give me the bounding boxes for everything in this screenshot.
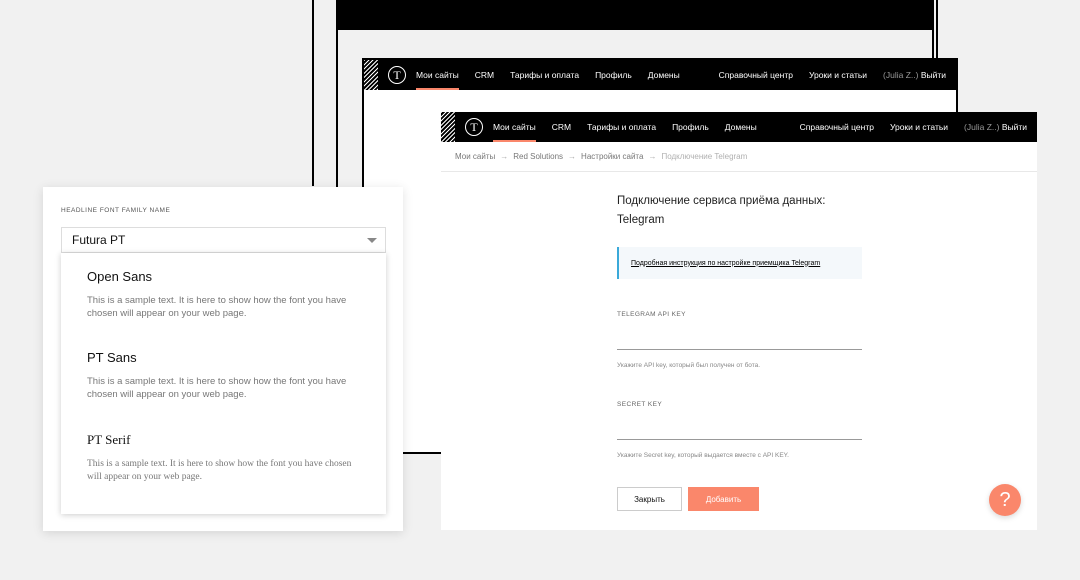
nav-lessons[interactable]: Уроки и статьи bbox=[890, 122, 948, 132]
nav-profile[interactable]: Профиль bbox=[672, 112, 709, 142]
font-dropdown: Open Sans This is a sample text. It is h… bbox=[61, 253, 386, 514]
close-button[interactable]: Закрыть bbox=[617, 487, 682, 511]
telegram-form: Подключение сервиса приёма данных: Teleg… bbox=[617, 192, 862, 459]
secret-key-input[interactable] bbox=[617, 422, 862, 440]
topbar: T Мои сайты CRM Тарифы и оплата Профиль … bbox=[364, 60, 956, 90]
main-nav: Мои сайты CRM Тарифы и оплата Профиль До… bbox=[493, 112, 757, 142]
main-nav: Мои сайты CRM Тарифы и оплата Профиль До… bbox=[416, 60, 680, 90]
nav-right: Справочный центр Уроки и статьи (Julia Z… bbox=[800, 122, 1037, 132]
font-option-pt-sans[interactable]: PT Sans This is a sample text. It is her… bbox=[87, 350, 367, 401]
nav-my-sites[interactable]: Мои сайты bbox=[416, 60, 459, 90]
secret-key-hint: Укажите Secret key, который выдается вме… bbox=[617, 452, 789, 459]
font-select[interactable]: Futura PT bbox=[61, 227, 386, 253]
form-buttons: Закрыть Добавить bbox=[617, 487, 759, 511]
api-key-label: TELEGRAM API KEY bbox=[617, 311, 686, 318]
nav-profile[interactable]: Профиль bbox=[595, 60, 632, 90]
breadcrumb-current: Подключение Telegram bbox=[661, 152, 748, 161]
nav-crm[interactable]: CRM bbox=[475, 60, 494, 90]
arrow-right-icon: → bbox=[568, 152, 577, 161]
logout-link[interactable]: Выйти bbox=[1002, 122, 1027, 132]
font-option-name: PT Sans bbox=[87, 350, 137, 365]
arrow-right-icon: → bbox=[648, 152, 657, 161]
zigzag-pattern bbox=[364, 60, 378, 90]
breadcrumb-settings[interactable]: Настройки сайта bbox=[581, 152, 643, 161]
api-key-hint: Укажите API key, который был получен от … bbox=[617, 362, 761, 369]
font-option-open-sans[interactable]: Open Sans This is a sample text. It is h… bbox=[87, 269, 367, 320]
add-button[interactable]: Добавить bbox=[688, 487, 759, 511]
nav-user: (Julia Z..) Выйти bbox=[883, 70, 946, 80]
font-panel: HEADLINE FONT FAMILY NAME Futura PT Open… bbox=[43, 187, 403, 531]
zigzag-pattern bbox=[441, 112, 455, 142]
headline-font-label: HEADLINE FONT FAMILY NAME bbox=[61, 207, 171, 214]
help-button[interactable]: ? bbox=[989, 484, 1021, 516]
secret-key-label: SECRET KEY bbox=[617, 401, 663, 408]
topbar: T Мои сайты CRM Тарифы и оплата Профиль … bbox=[441, 112, 1037, 142]
nav-domains[interactable]: Домены bbox=[725, 112, 757, 142]
breadcrumb-site[interactable]: Red Solutions bbox=[513, 152, 563, 161]
nav-lessons[interactable]: Уроки и статьи bbox=[809, 70, 867, 80]
user-name: (Julia Z..) bbox=[883, 70, 919, 80]
arrow-right-icon: → bbox=[500, 152, 509, 161]
font-option-name: Open Sans bbox=[87, 269, 153, 284]
font-option-pt-serif[interactable]: PT Serif This is a sample text. It is he… bbox=[87, 432, 367, 484]
breadcrumb: Мои сайты → Red Solutions → Настройки са… bbox=[441, 142, 1037, 172]
font-option-sample: This is a sample text. It is here to sho… bbox=[87, 459, 352, 482]
user-name: (Julia Z..) bbox=[964, 122, 1000, 132]
page-title: Подключение сервиса приёма данных: Teleg… bbox=[617, 195, 826, 226]
logout-link[interactable]: Выйти bbox=[921, 70, 946, 80]
font-option-sample: This is a sample text. It is here to sho… bbox=[87, 376, 347, 400]
nav-tariffs[interactable]: Тарифы и оплата bbox=[510, 60, 579, 90]
instruction-link[interactable]: Подробная инструкция по настройке приемщ… bbox=[617, 247, 862, 279]
font-option-sample: This is a sample text. It is here to sho… bbox=[87, 295, 347, 319]
font-select-value: Futura PT bbox=[72, 233, 126, 247]
back-window-topbar bbox=[336, 0, 934, 30]
nav-my-sites[interactable]: Мои сайты bbox=[493, 112, 536, 142]
nav-domains[interactable]: Домены bbox=[648, 60, 680, 90]
tilda-logo-icon[interactable]: T bbox=[465, 118, 483, 136]
nav-right: Справочный центр Уроки и статьи (Julia Z… bbox=[719, 70, 956, 80]
nav-tariffs[interactable]: Тарифы и оплата bbox=[587, 112, 656, 142]
breadcrumb-my-sites[interactable]: Мои сайты bbox=[455, 152, 495, 161]
nav-crm[interactable]: CRM bbox=[552, 112, 571, 142]
font-option-name: PT Serif bbox=[87, 432, 131, 447]
nav-user: (Julia Z..) Выйти bbox=[964, 122, 1027, 132]
front-window: T Мои сайты CRM Тарифы и оплата Профиль … bbox=[441, 112, 1037, 530]
tilda-logo-icon[interactable]: T bbox=[388, 66, 406, 84]
api-key-input[interactable] bbox=[617, 332, 862, 350]
chevron-down-icon bbox=[367, 238, 377, 243]
nav-help-center[interactable]: Справочный центр bbox=[719, 70, 793, 80]
nav-help-center[interactable]: Справочный центр bbox=[800, 122, 874, 132]
